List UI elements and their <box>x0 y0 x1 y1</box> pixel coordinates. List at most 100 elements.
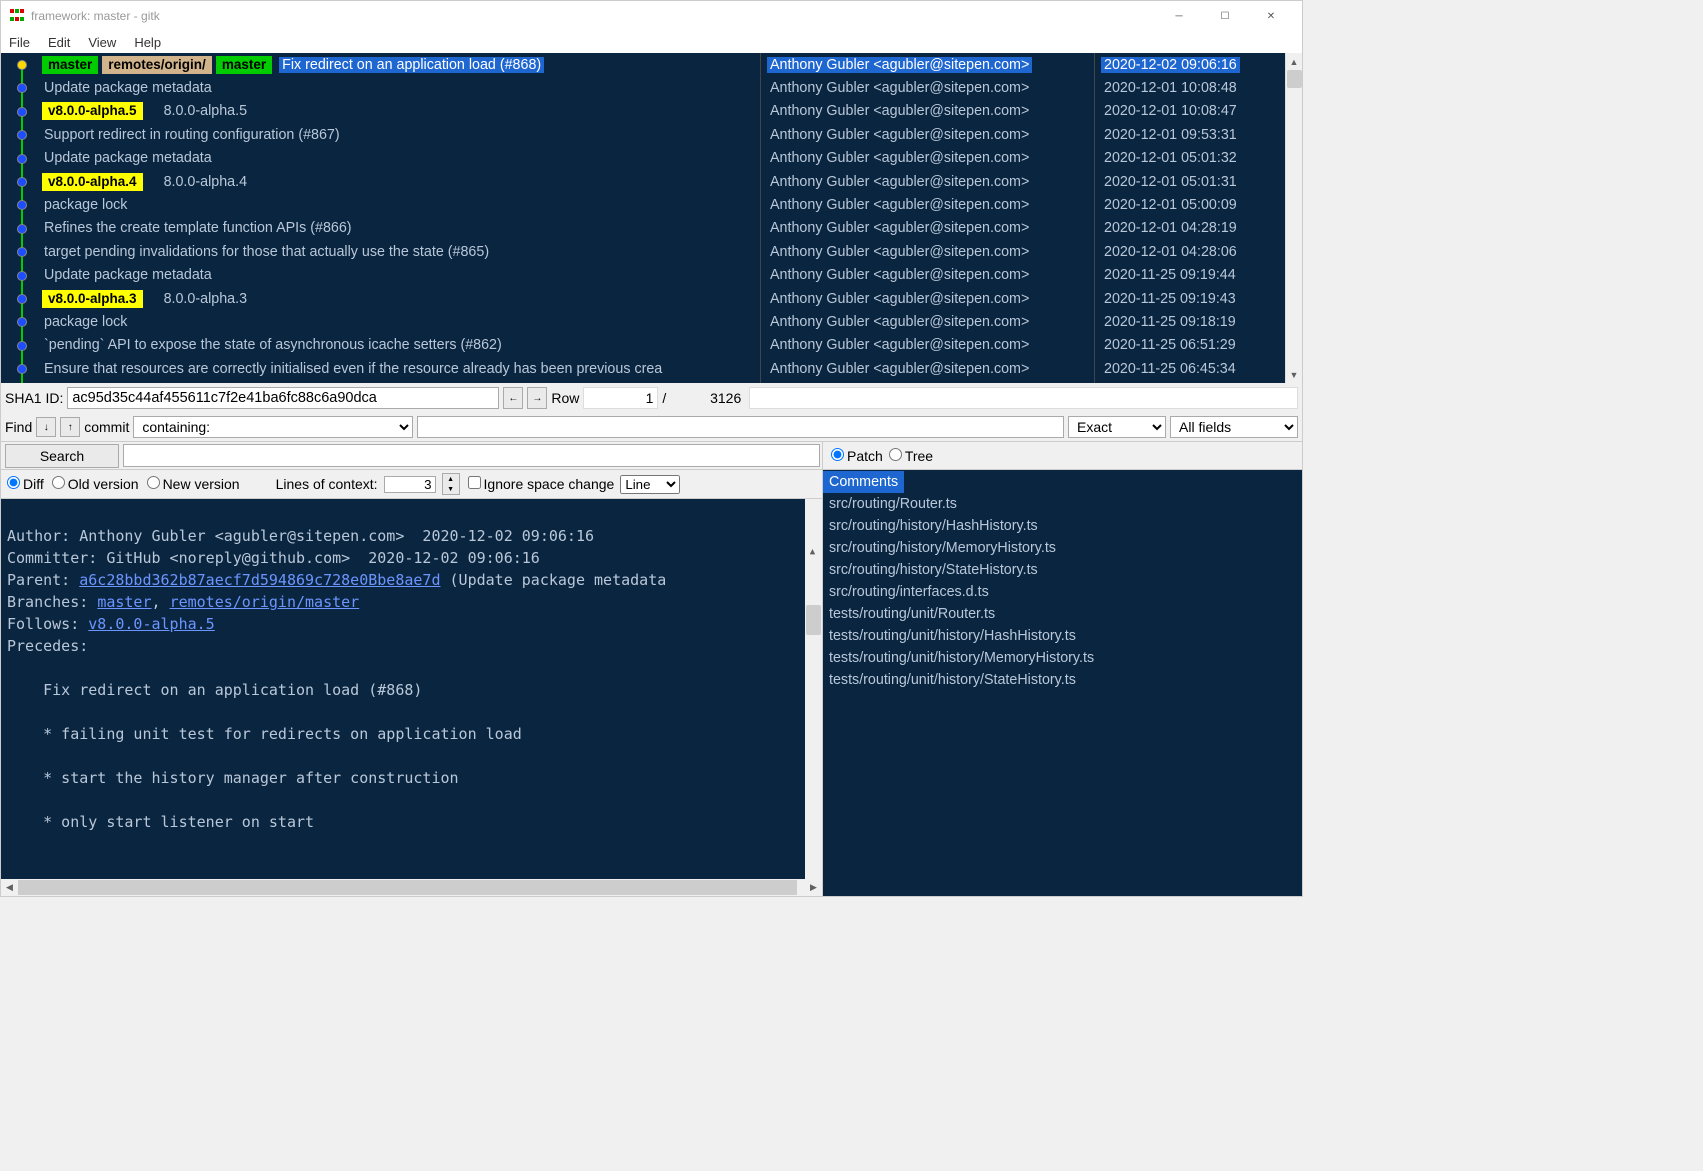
date-cell[interactable]: 2020-11-25 09:18:19 <box>1095 310 1285 333</box>
date-cell[interactable]: 2020-12-01 04:28:06 <box>1095 240 1285 263</box>
commit-row[interactable]: Support redirect in routing configuratio… <box>1 123 760 146</box>
date-cell[interactable]: 2020-12-01 05:00:09 <box>1095 193 1285 216</box>
menu-view[interactable]: View <box>86 34 118 51</box>
history-scrollbar[interactable]: ▲ ▼ <box>1285 53 1302 383</box>
ignore-space-checkbox[interactable] <box>468 476 481 489</box>
nav-back-button[interactable]: ← <box>503 387 523 409</box>
parent-link[interactable]: a6c28bbd362b87aecf7d594869c728e0Bbe8ae7d <box>79 571 440 589</box>
commit-row[interactable]: Update package metadata <box>1 147 760 170</box>
author-cell[interactable]: Anthony Gubler <agubler@sitepen.com> <box>761 123 1094 146</box>
commit-row[interactable]: v8.0.0-alpha.58.0.0-alpha.5 <box>1 100 760 123</box>
find-input[interactable] <box>417 416 1064 438</box>
ref-label[interactable]: remotes/origin/ <box>101 55 213 75</box>
date-cell[interactable]: 2020-12-01 05:01:31 <box>1095 170 1285 193</box>
author-cell[interactable]: Anthony Gubler <agubler@sitepen.com> <box>761 217 1094 240</box>
date-cell[interactable]: 2020-11-25 06:51:29 <box>1095 334 1285 357</box>
ref-label[interactable]: v8.0.0-alpha.5 <box>41 101 144 121</box>
ref-label[interactable]: master <box>41 55 99 75</box>
maximize-button[interactable]: ☐ <box>1202 1 1248 31</box>
file-item[interactable]: tests/routing/unit/history/HashHistory.t… <box>823 625 1302 647</box>
commit-row[interactable]: target pending invalidations for those t… <box>1 240 760 263</box>
search-input[interactable] <box>123 444 820 467</box>
commit-list[interactable]: masterremotes/origin/masterFix redirect … <box>1 53 761 383</box>
find-mode[interactable]: commit <box>84 419 129 435</box>
diff-hscroll[interactable]: ◀▶ <box>1 879 822 896</box>
file-item[interactable]: src/routing/Router.ts <box>823 493 1302 515</box>
date-cell[interactable]: 2020-11-25 09:19:44 <box>1095 264 1285 287</box>
search-button[interactable]: Search <box>5 444 119 468</box>
file-item[interactable]: src/routing/history/HashHistory.ts <box>823 515 1302 537</box>
author-cell[interactable]: Anthony Gubler <agubler@sitepen.com> <box>761 147 1094 170</box>
commit-row[interactable]: Update package metadata <box>1 76 760 99</box>
file-list[interactable]: Commentssrc/routing/Router.tssrc/routing… <box>823 470 1302 896</box>
scroll-up-icon[interactable]: ▲ <box>1287 53 1302 70</box>
new-version-radio[interactable] <box>147 476 160 489</box>
menu-edit[interactable]: Edit <box>46 34 72 51</box>
row-current-input[interactable] <box>583 387 658 409</box>
date-cell[interactable]: 2020-12-01 10:08:47 <box>1095 100 1285 123</box>
context-spinner[interactable]: ▲▼ <box>442 473 460 495</box>
file-item[interactable]: tests/routing/unit/Router.ts <box>823 603 1302 625</box>
file-item[interactable]: Comments <box>823 471 904 493</box>
menu-help[interactable]: Help <box>132 34 163 51</box>
wrap-select[interactable]: Line <box>620 475 680 494</box>
author-cell[interactable]: Anthony Gubler <agubler@sitepen.com> <box>761 76 1094 99</box>
commit-row[interactable]: package lock <box>1 310 760 333</box>
file-item[interactable]: src/routing/history/StateHistory.ts <box>823 559 1302 581</box>
author-cell[interactable]: Anthony Gubler <agubler@sitepen.com> <box>761 334 1094 357</box>
diff-radio[interactable] <box>7 476 20 489</box>
ref-label[interactable]: v8.0.0-alpha.3 <box>41 289 144 309</box>
author-cell[interactable]: Anthony Gubler <agubler@sitepen.com> <box>761 240 1094 263</box>
date-cell[interactable]: 2020-12-01 05:01:32 <box>1095 147 1285 170</box>
ref-label[interactable]: master <box>215 55 273 75</box>
author-cell[interactable]: Anthony Gubler <agubler@sitepen.com> <box>761 310 1094 333</box>
commit-row[interactable]: Ensure that resources are correctly init… <box>1 357 760 380</box>
branch-link-remote[interactable]: remotes/origin/master <box>170 593 360 611</box>
find-match-select[interactable]: Exact <box>1068 416 1166 438</box>
date-list[interactable]: 2020-12-02 09:06:162020-12-01 10:08:4820… <box>1095 53 1285 383</box>
branch-link-master[interactable]: master <box>97 593 151 611</box>
nav-forward-button[interactable]: → <box>527 387 547 409</box>
menu-file[interactable]: File <box>7 34 32 51</box>
find-next-button[interactable]: ↓ <box>36 417 56 437</box>
date-cell[interactable]: 2020-12-01 04:28:19 <box>1095 217 1285 240</box>
follows-link[interactable]: v8.0.0-alpha.5 <box>88 615 214 633</box>
author-list[interactable]: Anthony Gubler <agubler@sitepen.com>Anth… <box>761 53 1095 383</box>
author-cell[interactable]: Anthony Gubler <agubler@sitepen.com> <box>761 264 1094 287</box>
date-cell[interactable]: 2020-11-25 06:45:34 <box>1095 357 1285 380</box>
find-type-select[interactable]: containing: <box>133 416 413 438</box>
titlebar[interactable]: framework: master - gitk ─ ☐ ✕ <box>1 1 1302 31</box>
author-cell[interactable]: Anthony Gubler <agubler@sitepen.com> <box>761 170 1094 193</box>
author-cell[interactable]: Anthony Gubler <agubler@sitepen.com> <box>761 100 1094 123</box>
patch-radio[interactable] <box>831 448 844 461</box>
find-prev-button[interactable]: ↑ <box>60 417 80 437</box>
file-item[interactable]: tests/routing/unit/history/MemoryHistory… <box>823 647 1302 669</box>
commit-row[interactable]: v8.0.0-alpha.38.0.0-alpha.3 <box>1 287 760 310</box>
date-cell[interactable]: 2020-12-01 09:53:31 <box>1095 123 1285 146</box>
author-cell[interactable]: Anthony Gubler <agubler@sitepen.com> <box>761 287 1094 310</box>
scroll-down-icon[interactable]: ▼ <box>1287 366 1302 383</box>
file-item[interactable]: tests/routing/unit/history/StateHistory.… <box>823 669 1302 691</box>
context-input[interactable] <box>384 476 436 493</box>
diff-text[interactable]: Author: Anthony Gubler <agubler@sitepen.… <box>1 499 822 879</box>
ref-label[interactable]: v8.0.0-alpha.4 <box>41 172 144 192</box>
find-fields-select[interactable]: All fields <box>1170 416 1298 438</box>
file-item[interactable]: src/routing/history/MemoryHistory.ts <box>823 537 1302 559</box>
author-cell[interactable]: Anthony Gubler <agubler@sitepen.com> <box>761 53 1094 76</box>
author-cell[interactable]: Anthony Gubler <agubler@sitepen.com> <box>761 357 1094 380</box>
date-cell[interactable]: 2020-12-02 09:06:16 <box>1095 53 1285 76</box>
commit-row[interactable]: masterremotes/origin/masterFix redirect … <box>1 53 760 76</box>
sha-input[interactable] <box>67 387 499 409</box>
commit-row[interactable]: `pending` API to expose the state of asy… <box>1 334 760 357</box>
date-cell[interactable]: 2020-11-25 09:19:43 <box>1095 287 1285 310</box>
commit-row[interactable]: v8.0.0-alpha.48.0.0-alpha.4 <box>1 170 760 193</box>
date-cell[interactable]: 2020-12-01 10:08:48 <box>1095 76 1285 99</box>
diff-scrollbar[interactable]: ▲ <box>805 499 822 879</box>
commit-row[interactable]: Update package metadata <box>1 264 760 287</box>
file-item[interactable]: src/routing/interfaces.d.ts <box>823 581 1302 603</box>
close-button[interactable]: ✕ <box>1248 1 1294 31</box>
author-cell[interactable]: Anthony Gubler <agubler@sitepen.com> <box>761 193 1094 216</box>
minimize-button[interactable]: ─ <box>1156 1 1202 31</box>
commit-row[interactable]: Refines the create template function API… <box>1 217 760 240</box>
commit-row[interactable]: package lock <box>1 193 760 216</box>
